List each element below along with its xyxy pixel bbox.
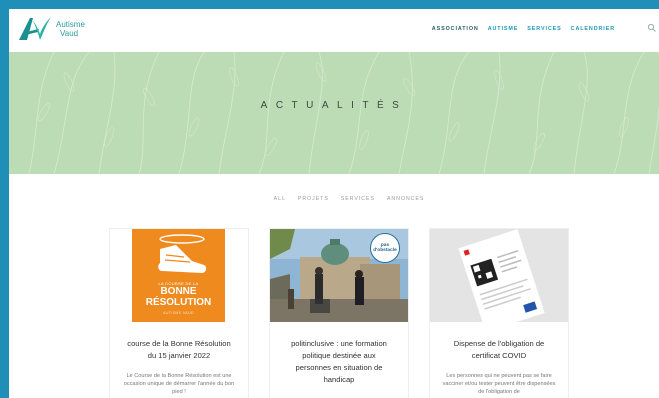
category-filters: All Projets Services Annonces (9, 196, 659, 202)
news-card[interactable]: LA COURSE DE LA BONNE RÉSOLUTION AUTISME… (109, 228, 249, 398)
nav-item-autisme[interactable]: Autisme (488, 26, 519, 32)
news-card[interactable]: Dispense de l'obligation de certificat C… (429, 228, 569, 398)
site-header: Autisme Vaud Association Autisme Service… (9, 9, 659, 52)
nav-item-calendrier[interactable]: Calendrier (571, 26, 615, 32)
leaf-pattern-background (28, 52, 659, 174)
logo-wordmark: Autisme Vaud (56, 20, 85, 38)
card-title[interactable]: Dispense de l'obligation de certificat C… (438, 338, 560, 362)
filter-all[interactable]: All (274, 196, 286, 202)
card-excerpt: Le Course de la Bonne Résolution est une… (123, 373, 235, 396)
card-image[interactable]: pas d'obstacle (270, 229, 408, 322)
image-caption-bottom: AUTISME VAUD (163, 311, 194, 315)
logo-av-icon (19, 17, 51, 40)
site-logo[interactable]: Autisme Vaud (17, 15, 85, 43)
card-title[interactable]: course de la Bonne Résolution du 15 janv… (118, 338, 240, 362)
shoe-icon (158, 234, 207, 273)
badge-text: pas d'obstacle (373, 243, 397, 253)
browser-page: Autisme Vaud Association Autisme Service… (9, 9, 659, 398)
pas-d-obstacle-badge: pas d'obstacle (370, 233, 400, 263)
news-card[interactable]: pas d'obstacle politinclusive : une form… (269, 228, 409, 398)
filter-projets[interactable]: Projets (298, 196, 329, 202)
main-nav: Association Autisme Services Calendrier (432, 26, 615, 32)
card-title[interactable]: politinclusive : une formation politique… (278, 338, 400, 386)
hero-banner: ACTUALITÉS (9, 52, 659, 174)
card-image[interactable]: LA COURSE DE LA BONNE RÉSOLUTION AUTISME… (110, 229, 248, 322)
logo-line-1: Autisme (56, 20, 85, 29)
filter-annonces[interactable]: Annonces (387, 196, 424, 202)
nav-item-services[interactable]: Services (527, 26, 561, 32)
filter-services[interactable]: Services (341, 196, 375, 202)
page-title: ACTUALITÉS (260, 100, 408, 111)
nav-item-association[interactable]: Association (432, 26, 479, 32)
card-image[interactable] (430, 229, 568, 322)
image-caption-resolution: RÉSOLUTION (145, 297, 212, 308)
search-icon[interactable] (647, 23, 657, 33)
card-excerpt: Les personnes qui ne peuvent pas se fair… (442, 373, 556, 396)
covid-certificate-image (430, 229, 568, 322)
image-caption-bonne: BONNE (160, 286, 197, 297)
logo-line-2: Vaud (60, 29, 79, 38)
